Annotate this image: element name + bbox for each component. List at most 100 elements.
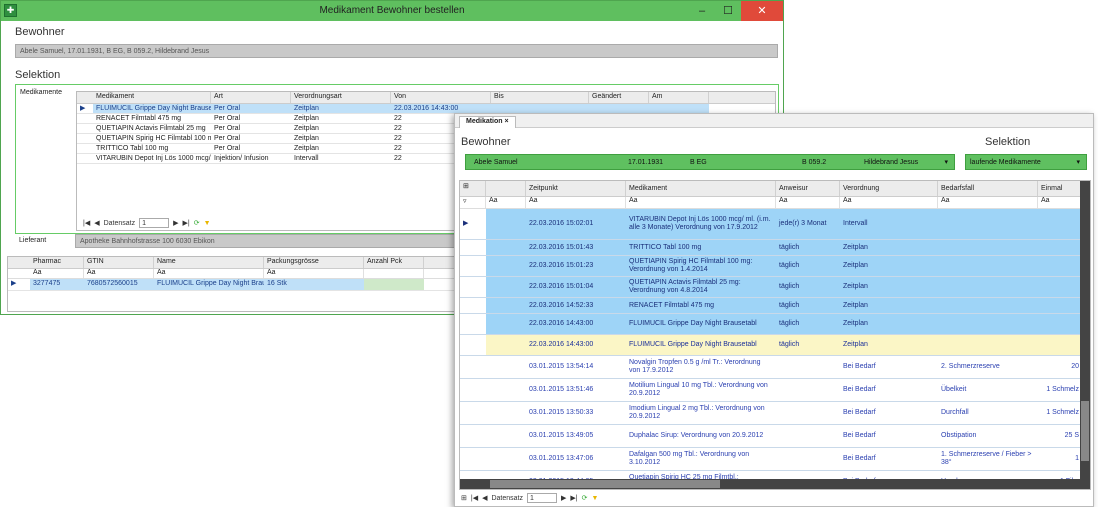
filter-row2[interactable]: ▿ Aa Aa Aa Aa Aa Aa Aa	[460, 197, 1090, 209]
gtin-cell: 7680572560015	[84, 279, 154, 290]
verord-cell: Zeitplan	[840, 240, 938, 255]
filter-cell[interactable]: Aa	[154, 269, 264, 278]
datensatz-input[interactable]: 1	[139, 218, 170, 228]
filter-cell[interactable]: Aa	[1038, 197, 1086, 208]
table-row[interactable]: ▶ 3277475 7680572560015 FLUIMUCIL Grippe…	[8, 279, 456, 291]
col-art[interactable]: Art	[211, 92, 291, 103]
last-record-icon[interactable]: ▶|	[570, 494, 577, 502]
table-row[interactable]: 22.03.2016 15:01:04 QUETIAPIN Actavis Fil…	[460, 277, 1090, 298]
geaendert-cell	[589, 104, 649, 113]
maximize-button[interactable]: ☐	[715, 1, 741, 21]
filter-row[interactable]: Aa Aa Aa Aa	[8, 269, 456, 279]
einmal-cell: 20	[1038, 356, 1082, 378]
filter-cell[interactable]: Aa	[30, 269, 84, 278]
col-zeitpunkt[interactable]: Zeitpunkt	[526, 181, 626, 196]
first-record-icon[interactable]: |◀	[83, 219, 90, 227]
filter-cell[interactable]: Aa	[776, 197, 840, 208]
col-verordnungsart[interactable]: Verordnungsart	[291, 92, 391, 103]
verord-cell: Zeitplan	[840, 314, 938, 334]
anzahl-cell[interactable]	[364, 279, 424, 290]
scrollbar-thumb[interactable]	[1081, 401, 1089, 461]
filter-cell[interactable]: Aa	[486, 197, 526, 208]
scrollbar-thumb[interactable]	[490, 480, 720, 488]
chevron-down-icon[interactable]: ▾	[944, 158, 948, 166]
col-geaendert[interactable]: Geändert	[589, 92, 649, 103]
minimize-button[interactable]: –	[689, 1, 715, 21]
table-row[interactable]: 03.01.2015 13:54:14 Novalgin Tropfen 0.5 …	[460, 356, 1090, 379]
filter-cell[interactable]	[364, 269, 424, 278]
col-bedarfsfall[interactable]: Bedarfsfall	[938, 181, 1038, 196]
col-medikament2[interactable]: Medikament	[626, 181, 776, 196]
selektion-label: Selektion	[15, 69, 61, 81]
col-blank[interactable]	[486, 181, 526, 196]
filter-cell[interactable]: Aa	[264, 269, 364, 278]
next-record-icon[interactable]: ▶	[173, 219, 178, 227]
horizontal-scrollbar[interactable]	[460, 479, 1090, 489]
refresh-icon[interactable]: ⟳	[194, 219, 200, 227]
bewohner-select[interactable]: Abele Samuel 17.01.1931 B EG B 059.2 Hil…	[465, 154, 955, 170]
lieferant-field[interactable]: Apotheke Bahnhofstrasse 100 6030 Ebikon	[75, 234, 455, 248]
table-row[interactable]: 22.03.2016 15:01:43 TRITTICO Tabl 100 mg t…	[460, 240, 1090, 256]
col-einmal[interactable]: Einmal	[1038, 181, 1086, 196]
table-row[interactable]: 22.03.2016 14:52:33 RENACET Filmtabl 475 …	[460, 298, 1090, 314]
table-row[interactable]: 22.03.2016 14:43:00 FLUIMUCIL Grippe Day …	[460, 314, 1090, 335]
filter-cell[interactable]: Aa	[938, 197, 1038, 208]
table-row[interactable]: 03.01.2015 13:47:06 Dafalgan 500 mg Tbl.:…	[460, 448, 1090, 471]
last-record-icon[interactable]: ▶|	[183, 219, 190, 227]
col-anzahl[interactable]: Anzahl Pck	[364, 257, 424, 268]
prev-record-icon[interactable]: ◀	[482, 494, 487, 502]
filter-icon[interactable]: ▼	[204, 220, 211, 227]
anw-cell: täglich	[776, 277, 840, 297]
tab-medikation[interactable]: Medikation ×	[459, 116, 516, 128]
ind-cell	[77, 124, 93, 133]
column-chooser-icon[interactable]: ⊞	[461, 494, 467, 502]
table-row[interactable]: 03.01.2015 13:49:05 Duphalac Sirup: Veror…	[460, 425, 1090, 448]
col-packung[interactable]: Packungsgrösse	[264, 257, 364, 268]
col-verordnung[interactable]: Verordnung	[840, 181, 938, 196]
bewohner-field[interactable]: Abele Samuel, 17.01.1931, B EG, B 059.2,…	[15, 44, 778, 58]
close-button[interactable]: ✕	[741, 1, 783, 21]
table-row[interactable]: 03.01.2015 13:50:33 Imodium Lingual 2 mg …	[460, 402, 1090, 425]
pin-cell	[486, 240, 526, 255]
first-record-icon[interactable]: |◀	[471, 494, 478, 502]
table-row[interactable]: 22.03.2016 15:01:23 QUETIAPIN Spirig HC F…	[460, 256, 1090, 277]
selektion-select[interactable]: laufende Medikamente ▾	[965, 154, 1087, 170]
col-am[interactable]: Am	[649, 92, 709, 103]
table-row[interactable]: ▶ 22.03.2016 15:02:01 VITARUBIN Depot Inj …	[460, 209, 1090, 240]
col-anweisung[interactable]: Anweisur	[776, 181, 840, 196]
prev-record-icon[interactable]: ◀	[94, 219, 99, 227]
med-nav: |◀ ◀ Datensatz 1 ▶ ▶| ⟳ ▼	[83, 218, 211, 228]
filter-cell[interactable]: Aa	[526, 197, 626, 208]
filter-icon[interactable]: ▼	[591, 495, 598, 502]
anw-cell	[776, 402, 840, 424]
refresh-icon[interactable]: ⟳	[582, 494, 588, 502]
filter-cell[interactable]: Aa	[84, 269, 154, 278]
table-row[interactable]: 03.01.2015 13:51:46 Motilium Lingual 10 m…	[460, 379, 1090, 402]
col-bis[interactable]: Bis	[491, 92, 589, 103]
zeit-cell: 03.01.2015 13:47:06	[526, 448, 626, 470]
filter-icon[interactable]: ▿	[460, 197, 486, 208]
column-chooser-icon[interactable]: ⊞	[460, 181, 486, 196]
chevron-down-icon[interactable]: ▾	[1076, 158, 1080, 166]
col-gtin[interactable]: GTIN	[84, 257, 154, 268]
vertical-scrollbar[interactable]	[1080, 181, 1090, 481]
anw-cell	[776, 448, 840, 470]
med-cell: TRITTICO Tabl 100 mg	[626, 240, 776, 255]
medikament-cell: TRITTICO Tabl 100 mg	[96, 145, 169, 152]
einmal-cell: 1 Schmelz	[1038, 402, 1082, 424]
filter-cell[interactable]: Aa	[840, 197, 938, 208]
next-record-icon[interactable]: ▶	[561, 494, 566, 502]
pin-cell	[486, 256, 526, 276]
verordnungsart-cell: Zeitplan	[294, 145, 319, 152]
col-medikament[interactable]: Medikament	[93, 92, 211, 103]
col-pharmac[interactable]: Pharmac	[30, 257, 84, 268]
col-von[interactable]: Von	[391, 92, 491, 103]
tab-close-icon[interactable]: ×	[505, 118, 509, 125]
table-row[interactable]: 22.03.2016 14:43:00 FLUIMUCIL Grippe Day …	[460, 335, 1090, 356]
datensatz-input[interactable]: 1	[527, 493, 557, 503]
art-cell: Per Oral	[214, 145, 241, 152]
filter-cell[interactable]: Aa	[626, 197, 776, 208]
col-name[interactable]: Name	[154, 257, 264, 268]
anw-cell: täglich	[776, 240, 840, 255]
bedarf-cell	[938, 240, 1038, 255]
